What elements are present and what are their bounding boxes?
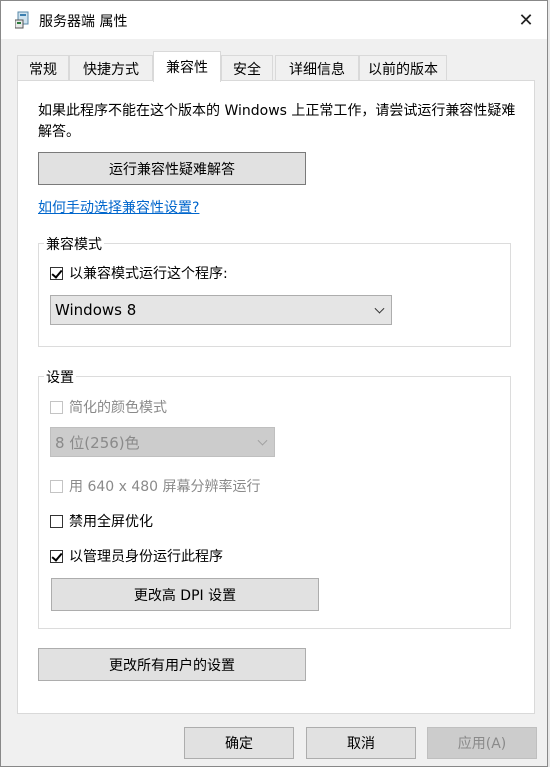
os-select-value: Windows 8 — [55, 301, 137, 319]
run-as-admin-label: 以管理员身份运行此程序 — [69, 549, 223, 565]
tab-security[interactable]: 安全 — [221, 55, 273, 81]
resolution-640-checkbox[interactable]: 用 640 x 480 屏幕分辨率运行 — [50, 476, 261, 496]
color-depth-value: 8 位(256)色 — [55, 433, 140, 452]
apply-button[interactable]: 应用(A) — [427, 727, 537, 759]
tab-previous-versions[interactable]: 以前的版本 — [359, 55, 447, 81]
close-icon[interactable]: ✕ — [507, 5, 545, 35]
cancel-button[interactable]: 取消 — [306, 727, 416, 759]
compat-mode-checkbox[interactable]: 以兼容模式运行这个程序: — [50, 263, 228, 283]
change-dpi-button[interactable]: 更改高 DPI 设置 — [51, 578, 319, 611]
checkbox-checked-icon[interactable] — [50, 549, 63, 563]
compatibility-panel: 如果此程序不能在这个版本的 Windows 上正常工作，请尝试运行兼容性疑难解答… — [17, 80, 535, 714]
checkbox-icon[interactable] — [50, 514, 63, 528]
chevron-down-icon — [257, 435, 268, 446]
window-title: 服务器端 属性 — [39, 14, 128, 30]
settings-group-label: 设置 — [44, 367, 76, 387]
compat-mode-group-label: 兼容模式 — [44, 234, 104, 254]
chevron-down-icon — [374, 303, 385, 314]
checkbox-icon[interactable] — [50, 400, 63, 414]
change-all-users-button[interactable]: 更改所有用户的设置 — [38, 648, 306, 681]
manual-settings-link[interactable]: 如何手动选择兼容性设置? — [38, 197, 199, 217]
title-bar[interactable]: 服务器端 属性 ✕ — [1, 1, 547, 39]
reduced-color-label: 简化的颜色模式 — [69, 400, 167, 416]
compat-mode-checkbox-label: 以兼容模式运行这个程序: — [69, 266, 228, 282]
properties-dialog: 服务器端 属性 ✕ 常规 快捷方式 兼容性 安全 详细信息 以前的版本 如果此程… — [0, 0, 548, 767]
tab-general[interactable]: 常规 — [17, 55, 69, 81]
checkbox-icon[interactable] — [50, 479, 63, 493]
reduced-color-checkbox[interactable]: 简化的颜色模式 — [50, 397, 167, 417]
ok-button[interactable]: 确定 — [184, 727, 294, 759]
tab-shortcut[interactable]: 快捷方式 — [69, 55, 153, 81]
tab-details[interactable]: 详细信息 — [275, 55, 359, 81]
disable-fullscreen-checkbox[interactable]: 禁用全屏优化 — [50, 511, 153, 531]
app-icon — [14, 11, 31, 29]
checkbox-checked-icon[interactable] — [50, 266, 63, 280]
run-as-admin-checkbox[interactable]: 以管理员身份运行此程序 — [50, 546, 223, 566]
os-select[interactable]: Windows 8 — [50, 295, 392, 325]
color-depth-select[interactable]: 8 位(256)色 — [50, 427, 275, 457]
intro-text: 如果此程序不能在这个版本的 Windows 上正常工作，请尝试运行兼容性疑难解答… — [38, 103, 516, 140]
run-troubleshooter-button[interactable]: 运行兼容性疑难解答 — [38, 152, 306, 185]
resolution-640-label: 用 640 x 480 屏幕分辨率运行 — [69, 479, 261, 495]
disable-fullscreen-label: 禁用全屏优化 — [69, 514, 153, 530]
tab-compatibility[interactable]: 兼容性 — [153, 51, 221, 82]
